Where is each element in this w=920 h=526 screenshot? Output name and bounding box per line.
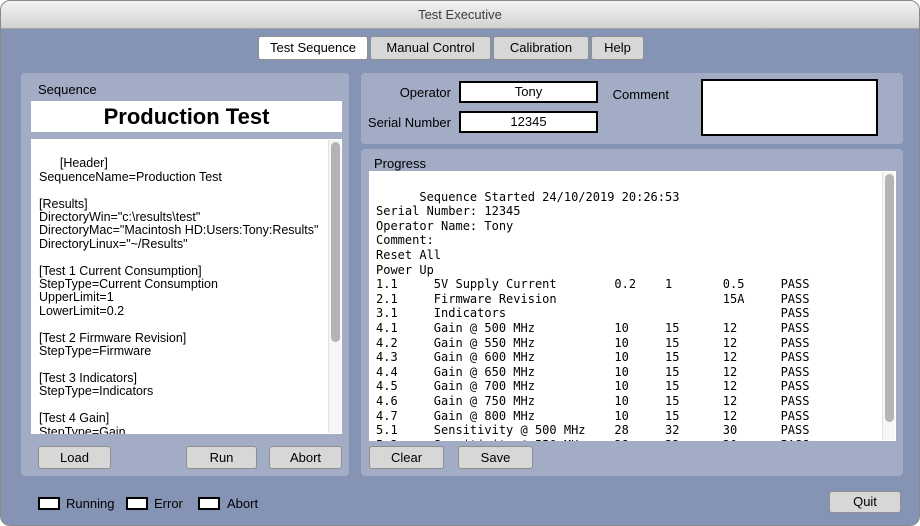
abort-button[interactable]: Abort — [269, 446, 342, 469]
quit-button[interactable]: Quit — [829, 491, 901, 513]
progress-log[interactable]: Sequence Started 24/10/2019 20:26:53 Ser… — [369, 171, 896, 441]
running-indicator — [38, 497, 60, 510]
tab-help[interactable]: Help — [591, 36, 644, 60]
abort-indicator — [198, 497, 220, 510]
error-indicator — [126, 497, 148, 510]
operator-panel: Operator Tony Serial Number 12345 Commen… — [361, 73, 903, 144]
comment-label: Comment — [586, 87, 669, 102]
sequence-title: Production Test — [31, 101, 342, 132]
progress-scrollbar-thumb[interactable] — [885, 174, 894, 422]
tab-calibration[interactable]: Calibration — [493, 36, 589, 60]
sequence-file-textarea[interactable]: [Header] SequenceName=Production Test [R… — [31, 139, 342, 434]
error-indicator-label: Error — [154, 496, 183, 511]
window-title: Test Executive — [418, 7, 502, 22]
running-indicator-label: Running — [66, 496, 114, 511]
progress-panel: Progress Sequence Started 24/10/2019 20:… — [361, 149, 903, 476]
app-window: Test Executive Test Sequence Manual Cont… — [0, 0, 920, 526]
progress-scrollbar[interactable] — [882, 172, 895, 440]
tab-manual-control[interactable]: Manual Control — [370, 36, 491, 60]
abort-indicator-label: Abort — [227, 496, 258, 511]
progress-panel-label: Progress — [374, 156, 426, 171]
progress-log-text: Sequence Started 24/10/2019 20:26:53 Ser… — [376, 190, 809, 441]
sequence-scrollbar[interactable] — [328, 140, 341, 433]
title-bar[interactable]: Test Executive — [1, 1, 919, 29]
save-button[interactable]: Save — [458, 446, 533, 469]
sequence-file-text: [Header] SequenceName=Production Test [R… — [39, 156, 318, 434]
comment-input[interactable] — [701, 79, 878, 136]
operator-input[interactable]: Tony — [459, 81, 598, 103]
sequence-panel: Sequence Production Test [Header] Sequen… — [21, 73, 349, 476]
clear-button[interactable]: Clear — [369, 446, 444, 469]
sequence-panel-label: Sequence — [38, 82, 97, 97]
run-button[interactable]: Run — [186, 446, 257, 469]
load-button[interactable]: Load — [38, 446, 111, 469]
tab-test-sequence[interactable]: Test Sequence — [258, 36, 368, 60]
operator-label: Operator — [361, 85, 451, 100]
sequence-scrollbar-thumb[interactable] — [331, 142, 340, 342]
serial-number-label: Serial Number — [361, 115, 451, 130]
serial-number-input[interactable]: 12345 — [459, 111, 598, 133]
